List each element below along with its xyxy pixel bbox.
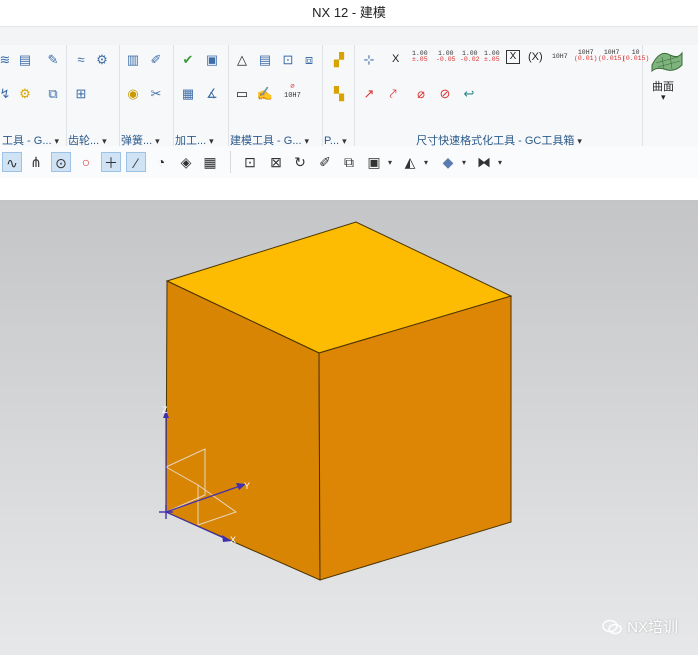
- gear-design-icon[interactable]: ⚙: [93, 51, 111, 69]
- surface-dropdown-icon[interactable]: ▾: [661, 92, 666, 103]
- pencil-icon[interactable]: ✎: [44, 51, 62, 69]
- clear-icon[interactable]: X: [392, 53, 399, 65]
- edit-sheet-icon[interactable]: ✍: [256, 85, 274, 103]
- ribbon-group-gc-tools: ≋ ▤ ✎ ↯ ⚙ ⧉ 工具 - G... ▾: [0, 45, 67, 151]
- intersection-snap-icon[interactable]: ⋔: [26, 152, 46, 172]
- line-snap-icon[interactable]: ⁄: [126, 152, 146, 172]
- watermark: NX培训: [602, 616, 678, 637]
- view-orient-dropdown[interactable]: ▾: [424, 158, 428, 167]
- view-orient-icon[interactable]: ◭: [400, 152, 420, 172]
- blocks-add-icon[interactable]: ▚: [330, 85, 348, 103]
- render-style-dropdown[interactable]: ▾: [388, 158, 392, 167]
- dimension-arrow-icon[interactable]: ↗: [360, 85, 378, 103]
- section-view-icon[interactable]: ⧓: [474, 152, 494, 172]
- ribbon-group-modeling-tools: △ ▤ ⊡ ⧈ ▭ ✍ ⌀ 10H7 建模工具 - G... ▾: [228, 45, 323, 151]
- toolbar-separator: [230, 151, 231, 173]
- fit-10h7-icon[interactable]: 10H7: [552, 53, 568, 60]
- ribbon: ≋ ▤ ✎ ↯ ⚙ ⧉ 工具 - G... ▾ ≈ ⚙ ⊞ 齿轮... ▾ ▥ ✐ …: [0, 26, 698, 153]
- ribbon-body: ≋ ▤ ✎ ↯ ⚙ ⧉ 工具 - G... ▾ ≈ ⚙ ⊞ 齿轮... ▾ ▥ ✐ …: [0, 45, 698, 153]
- zoom-region-icon[interactable]: ⊠: [266, 152, 286, 172]
- ribbon-group-p: ▞ ▚ P... ▾: [322, 45, 355, 151]
- layer-icon[interactable]: ⧉: [44, 85, 62, 103]
- blocks-icon[interactable]: ▞: [330, 51, 348, 69]
- shaded-cube-icon[interactable]: ◆: [438, 152, 458, 172]
- axis-label-y: Y: [244, 481, 250, 491]
- toolbar-gap: [0, 178, 698, 200]
- curve-tool-icon[interactable]: ↯: [0, 85, 14, 103]
- model-canvas[interactable]: Z Y X: [0, 200, 698, 655]
- diameter-icon[interactable]: ⌀: [412, 85, 430, 103]
- bounded-grid-icon[interactable]: ◈: [176, 152, 196, 172]
- gear-table-icon[interactable]: ⊞: [72, 85, 90, 103]
- check-feature-icon[interactable]: ✔: [179, 51, 197, 69]
- spring-pen-icon[interactable]: ✐: [147, 51, 165, 69]
- cylinder-spring-icon[interactable]: ▥: [124, 51, 142, 69]
- ribbon-group-dimension-format: ⊹ X 1.00 ±.05 1.00 -0.05 1.00 -0.02 1.00 ±.0…: [354, 45, 649, 151]
- ribbon-group-machining: ✔ ▣ ▦ ∡ 加工... ▾: [173, 45, 229, 151]
- sheet-icon[interactable]: ▤: [256, 51, 274, 69]
- list-icon[interactable]: ▭: [233, 85, 251, 103]
- ribbon-group-spring: ▥ ✐ ◉ ✂ 弹簧... ▾: [119, 45, 174, 151]
- render-style-icon[interactable]: ▣: [364, 152, 384, 172]
- dimension-format-2-icon[interactable]: 1.00 -0.05: [436, 50, 456, 63]
- rotate-icon[interactable]: ↻: [290, 152, 310, 172]
- measure-icon[interactable]: ⊡: [279, 51, 297, 69]
- fit-tolerance-icon[interactable]: ⌀ 10H7: [284, 83, 301, 101]
- view-copy-icon[interactable]: ⧉: [339, 152, 359, 172]
- surface-icon[interactable]: [650, 47, 684, 75]
- spring-icon[interactable]: ≋: [0, 51, 14, 69]
- center-snap-icon[interactable]: ⊙: [51, 152, 71, 172]
- ribbon-group-surface: 曲面 ▾: [642, 45, 698, 151]
- dimension-format-3-icon[interactable]: 1.00 -0.02: [460, 50, 480, 63]
- dimension-leader-icon[interactable]: ⤤: [384, 85, 402, 103]
- axis-label-z: Z: [162, 405, 168, 415]
- axis-label-x: X: [230, 535, 236, 545]
- watermark-text: NX培训: [627, 619, 678, 636]
- paren-x-icon[interactable]: (X): [528, 51, 543, 63]
- face-snap-icon[interactable]: ◔: [151, 152, 171, 172]
- undo-format-icon[interactable]: ↩: [460, 85, 478, 103]
- stack-icon[interactable]: ▤: [16, 51, 34, 69]
- graphics-viewport[interactable]: Z Y X NX培训: [0, 200, 698, 655]
- triangle-icon[interactable]: △: [233, 51, 251, 69]
- ribbon-group-gear: ≈ ⚙ ⊞ 齿轮... ▾: [66, 45, 120, 151]
- section-dropdown[interactable]: ▾: [498, 158, 502, 167]
- grid-icon[interactable]: ▦: [179, 85, 197, 103]
- dimension-edit-icon[interactable]: ⊹: [360, 51, 378, 69]
- wechat-icon: [602, 619, 622, 634]
- shaded-dropdown[interactable]: ▾: [462, 158, 466, 167]
- gear-key-icon[interactable]: ⚙: [16, 85, 34, 103]
- spline-snap-icon[interactable]: ∿: [2, 152, 22, 172]
- washer-icon[interactable]: ◉: [124, 85, 142, 103]
- spring-delete-icon[interactable]: ✂: [147, 85, 165, 103]
- grid-snap-icon[interactable]: ▦: [200, 152, 220, 172]
- dimension-format-1-icon[interactable]: 1.00 ±.05: [412, 50, 428, 63]
- snap-toolbar: ∿ ⋔ ⊙ ○ ＋ ⁄ ◔ ◈ ▦ ⊡ ⊠ ↻ ✐ ⧉ ▣ ▾ ◭ ▾ ◆ ▾ …: [0, 146, 698, 179]
- point-snap-icon[interactable]: ＋: [101, 152, 121, 172]
- gear-curve-icon[interactable]: ≈: [72, 51, 90, 69]
- angle-icon[interactable]: ∡: [203, 85, 221, 103]
- window-title: NX 12 - 建模: [0, 0, 698, 26]
- boxed-x-icon[interactable]: X: [506, 50, 520, 64]
- quadrant-snap-icon[interactable]: ○: [76, 152, 96, 172]
- fit-10h7-tol-icon[interactable]: 10H7 (0.01): [574, 49, 597, 62]
- zoom-fit-icon[interactable]: ⊡: [240, 152, 260, 172]
- pan-icon[interactable]: ✐: [315, 152, 335, 172]
- part-icon[interactable]: ▣: [203, 51, 221, 69]
- group-icon[interactable]: ⧈: [300, 51, 318, 69]
- diameter-alt-icon[interactable]: ⊘: [436, 85, 454, 103]
- dimension-format-4-icon[interactable]: 1.00 ±.05: [484, 50, 500, 63]
